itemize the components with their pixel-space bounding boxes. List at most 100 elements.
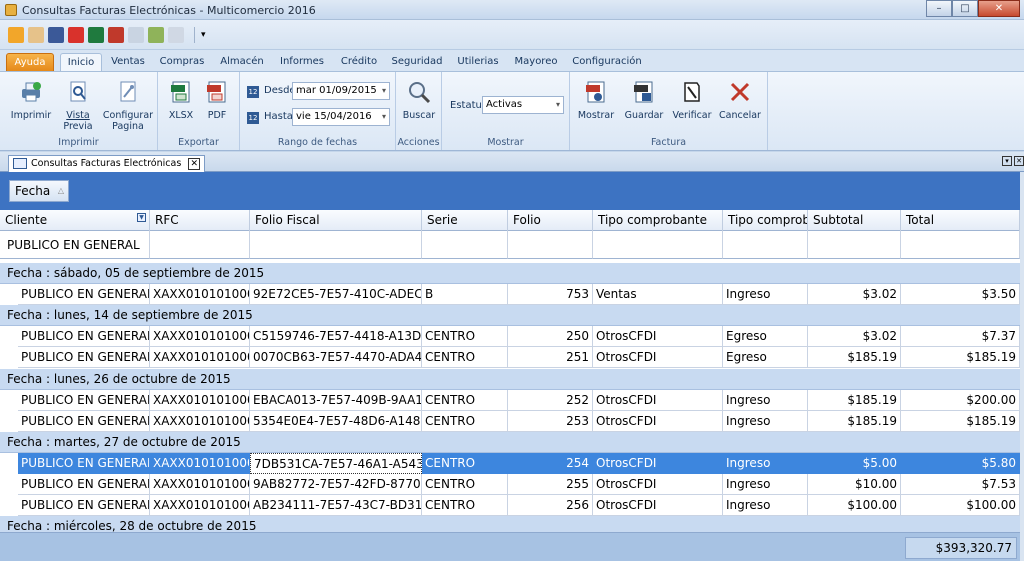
tab-ayuda[interactable]: Ayuda [6,53,54,72]
xlsx-icon [171,81,190,103]
group-chip-fecha[interactable]: Fecha △ [9,180,69,202]
filter-cell-folio[interactable] [508,231,593,259]
chevron-down-icon: ▾ [381,112,386,121]
table-row[interactable]: PUBLICO EN GENERAL XAXX010101000 C515974… [0,326,1020,347]
group-row-fecha[interactable]: Fecha : sábado, 05 de septiembre de 2015 [0,263,1020,284]
table-row[interactable]: PUBLICO EN GENERAL XAXX010101000 9AB8277… [0,474,1020,495]
minimize-button[interactable]: – [926,0,952,17]
ribbon-tabs: Ayuda Inicio Ventas Compras Almacén Info… [0,50,1024,114]
group-label-acciones: Acciones [397,137,440,148]
col-header-serie[interactable]: Serie [422,210,508,231]
filter-cell-rfc[interactable] [150,231,250,259]
table-row-selected[interactable]: PUBLICO EN GENERAL XAXX010101000 7DB531C… [0,453,1020,474]
app-icon [5,4,17,16]
tab-compras[interactable]: Compras [158,53,206,72]
users-icon[interactable] [148,26,164,43]
table-row[interactable]: PUBLICO EN GENERAL XAXX010101000 92E72CE… [0,284,1020,305]
vertical-scrollbar[interactable] [1020,172,1024,561]
buscar-button[interactable]: Buscar [400,80,438,121]
calendar-icon: 12 [247,86,259,98]
col-header-total[interactable]: Total [901,210,1020,231]
desde-date-picker[interactable]: mar 01/09/2015 ▾ [292,82,390,100]
tab-seguridad[interactable]: Seguridad [390,53,444,72]
doc-tab-consultas[interactable]: Consultas Facturas Electrónicas ✕ [8,155,206,172]
tab-configuracion[interactable]: Configuración [570,53,644,72]
col-header-tipo-comprobante-2[interactable]: Tipo comprob. [723,210,808,231]
magnifier-icon [409,82,431,104]
col-header-subtotal[interactable]: Subtotal [808,210,901,231]
user-icon[interactable] [28,26,44,43]
page-setup-button[interactable]: Configurar Pagina [102,80,154,132]
mostrar-factura-button[interactable]: Mostrar [576,80,616,121]
excel-icon[interactable] [88,26,104,43]
group-imprimir: Imprimir Vista Previa Configurar Pagina … [0,72,158,150]
tab-list-icon[interactable]: ▾ [1002,156,1012,166]
close-tab-icon[interactable]: ✕ [188,157,201,170]
tab-ventas[interactable]: Ventas [108,53,148,72]
youtube-icon[interactable] [68,26,84,43]
col-header-rfc[interactable]: RFC [150,210,250,231]
tab-mayoreo[interactable]: Mayoreo [512,53,560,72]
col-header-tipo-comprobante[interactable]: Tipo comprobante [593,210,723,231]
document-tab-bar: Consultas Facturas Electrónicas ✕ ▾ ✕ [0,152,1024,172]
group-row-fecha[interactable]: Fecha : lunes, 26 de octubre de 2015 [0,369,1020,390]
filter-cell-subtotal[interactable] [808,231,901,259]
close-document-icon[interactable]: ✕ [1014,156,1024,166]
maximize-button[interactable]: □ [952,0,978,17]
grid-icon [13,158,27,169]
quick-access-toolbar: ▾ [0,20,1024,50]
table-row[interactable]: PUBLICO EN GENERAL XAXX010101000 EBACA01… [0,390,1020,411]
export-pdf-button[interactable]: PDF [200,80,234,121]
col-header-folio-fiscal[interactable]: Folio Fiscal [250,210,422,231]
home-icon[interactable] [8,26,24,43]
window-title: Consultas Facturas Electrónicas - Multic… [22,4,316,17]
export-xlsx-button[interactable]: XLSX [164,80,198,121]
filter-cell-cliente[interactable]: PUBLICO EN GENERAL [0,231,150,259]
filter-cell-tipo[interactable] [593,231,723,259]
hasta-date-picker[interactable]: vie 15/04/2016 ▾ [292,108,390,126]
estatus-dropdown[interactable]: Activas ▾ [482,96,564,114]
group-row-fecha[interactable]: Fecha : martes, 27 de octubre de 2015 [0,432,1020,453]
printer-icon [22,82,41,102]
group-label-exportar: Exportar [178,137,219,148]
table-row[interactable]: PUBLICO EN GENERAL XAXX010101000 5354E0E… [0,411,1020,432]
tab-almacen[interactable]: Almacén [218,53,266,72]
guardar-factura-button[interactable]: Guardar [622,80,666,121]
group-label-factura: Factura [650,137,687,148]
total-summary: $393,320.77 [905,537,1017,559]
group-factura: Mostrar Guardar Verificar Cancelar Factu… [570,72,768,150]
facturas-grid: Cliente ▼ RFC Folio Fiscal Serie Folio Ti… [0,210,1020,561]
table-row[interactable]: PUBLICO EN GENERAL XAXX010101000 0070CB6… [0,347,1020,368]
search-icon[interactable] [168,26,184,43]
print-button[interactable]: Imprimir [10,80,52,121]
customize-toolbar-icon[interactable]: ▾ [201,27,217,43]
zoom-icon[interactable] [128,26,144,43]
filter-cell-serie[interactable] [422,231,508,259]
col-header-folio[interactable]: Folio [508,210,593,231]
table-row[interactable]: PUBLICO EN GENERAL XAXX010101000 AB23411… [0,495,1020,516]
group-row-fecha[interactable]: Fecha : lunes, 14 de septiembre de 2015 [0,305,1020,326]
col-header-cliente[interactable]: Cliente ▼ [0,210,150,231]
tab-informes[interactable]: Informes [278,53,326,72]
close-button[interactable]: ✕ [978,0,1020,17]
facebook-icon[interactable] [48,26,64,43]
toolbar-separator [194,26,195,43]
print-preview-button[interactable]: Vista Previa [58,80,98,132]
filter-icon[interactable]: ▼ [137,213,146,222]
pdf-icon[interactable] [108,26,124,43]
hasta-label: Hasta [264,111,293,122]
tab-inicio[interactable]: Inicio [60,53,102,72]
tab-credito[interactable]: Crédito [338,53,380,72]
verificar-factura-button[interactable]: Verificar [670,80,714,121]
filter-cell-tipo2[interactable] [723,231,808,259]
chevron-down-icon: ▾ [381,86,386,95]
filter-cell-folio-fiscal[interactable] [250,231,422,259]
tab-utilerias[interactable]: Utilerias [454,53,502,72]
group-label-rango: Rango de fechas [277,137,358,148]
cancel-x-icon [730,82,750,102]
title-bar[interactable]: Consultas Facturas Electrónicas - Multic… [0,0,1024,20]
cancelar-factura-button[interactable]: Cancelar [718,80,762,121]
app-window: Consultas Facturas Electrónicas - Multic… [0,0,1024,561]
filter-cell-total[interactable] [901,231,1020,259]
xml-save-icon [634,81,653,103]
